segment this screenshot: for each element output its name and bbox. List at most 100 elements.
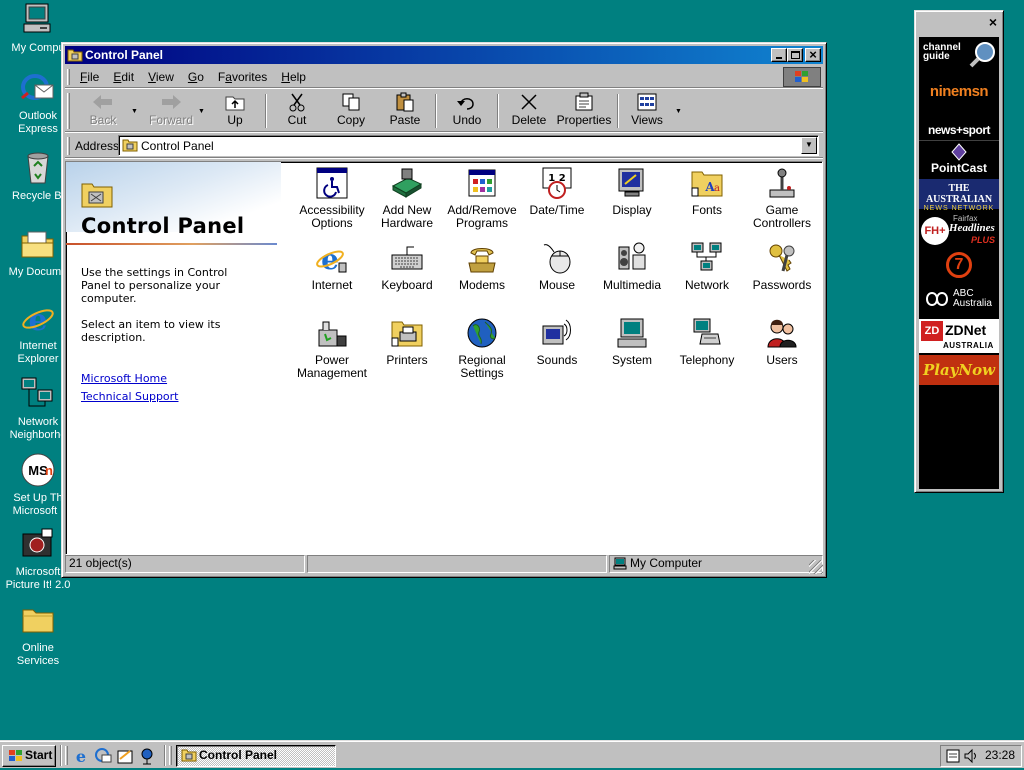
task-area-grip[interactable] — [169, 746, 172, 765]
delete-button[interactable]: Delete — [503, 92, 555, 130]
cp-item-mouse[interactable]: Mouse — [519, 239, 595, 292]
copy-button[interactable]: Copy — [325, 92, 377, 130]
toolbar-grip[interactable] — [67, 93, 70, 129]
channel-list: channel guide ninemsn news+sport PointCa… — [919, 37, 999, 489]
cp-item-accessibility-options[interactable]: Accessibility Options — [294, 164, 370, 230]
menu-help[interactable]: Help — [274, 70, 313, 84]
views-dropdown-icon[interactable]: ▼ — [675, 108, 682, 115]
task-scheduler-icon[interactable] — [945, 748, 961, 770]
channel-bar-close-button[interactable]: × — [989, 15, 997, 29]
cp-item-add-remove-programs[interactable]: Add/Remove Programs — [444, 164, 520, 230]
control-panel-window: Control Panel × File Edit View Go Favori… — [61, 42, 827, 578]
channel-the-australian[interactable]: THE AUSTRALIAN NEWS NETWORK — [919, 179, 999, 212]
properties-button[interactable]: Properties — [555, 92, 613, 130]
content-pane: Control Panel Use the settings in Contro… — [65, 161, 823, 555]
address-field[interactable]: Control Panel ▼ — [118, 135, 819, 156]
channels-icon[interactable] — [138, 747, 156, 765]
views-button[interactable]: Views — [621, 92, 673, 130]
cp-item-keyboard[interactable]: Keyboard — [369, 239, 445, 292]
back-button[interactable]: Back — [77, 92, 129, 130]
date-time-icon: 1 2 — [540, 166, 574, 200]
cp-item-fonts[interactable]: A a Fonts — [669, 164, 745, 217]
paste-button[interactable]: Paste — [379, 92, 431, 130]
accessibility-icon — [315, 166, 349, 200]
cp-item-internet[interactable]: e Internet — [294, 239, 370, 292]
channel-ninemsn[interactable]: ninemsn — [919, 83, 999, 107]
cp-item-modems[interactable]: Modems — [444, 239, 520, 292]
resize-grip[interactable] — [809, 560, 823, 574]
start-button[interactable]: Start — [2, 745, 56, 767]
users-icon — [765, 316, 799, 350]
internet-explorer-icon[interactable]: e — [72, 747, 90, 766]
the-australian-label: THE AUSTRALIAN — [925, 183, 993, 205]
taskbar-button-control-panel[interactable]: Control Panel — [176, 745, 336, 767]
desktop-icon-online-services[interactable]: Online Services — [0, 602, 76, 668]
maximize-button[interactable] — [787, 48, 803, 62]
close-button[interactable]: × — [805, 48, 821, 62]
menu-favorites[interactable]: Favorites — [211, 70, 274, 84]
cp-item-label: Users — [766, 353, 798, 367]
outlook-express-icon[interactable] — [94, 747, 112, 765]
clock[interactable]: 23:28 — [985, 746, 1015, 765]
cp-item-display[interactable]: Display — [594, 164, 670, 217]
cut-button[interactable]: Cut — [271, 92, 323, 130]
cp-item-printers[interactable]: Printers — [369, 314, 445, 367]
cp-item-telephony[interactable]: Telephony — [669, 314, 745, 367]
minimize-button[interactable] — [771, 48, 787, 62]
channel-fairfax-headlines[interactable]: FH+ Fairfax Headlines PLUS — [919, 213, 999, 249]
cp-item-label: Regional Settings — [458, 353, 506, 380]
cp-item-sounds[interactable]: Sounds — [519, 314, 595, 367]
properties-icon — [555, 92, 613, 114]
menu-go[interactable]: Go — [181, 70, 211, 84]
power-management-icon — [315, 316, 349, 350]
pointcast-logo-icon — [919, 143, 999, 161]
status-bar: 21 object(s) My Computer — [65, 554, 823, 574]
magnifier-icon — [969, 41, 997, 72]
cp-item-passwords[interactable]: Passwords — [744, 239, 820, 292]
info-pane-description: Use the settings in Control Panel to per… — [81, 266, 228, 305]
cp-item-game-controllers[interactable]: Game Controllers — [744, 164, 820, 230]
volume-icon[interactable] — [963, 748, 979, 770]
cp-item-label: Date/Time — [529, 203, 585, 217]
control-panel-folder-icon — [81, 180, 113, 208]
forward-dropdown-icon[interactable]: ▼ — [198, 108, 205, 115]
channel-seven-label: 7 — [946, 252, 972, 278]
channel-news-sport[interactable]: news+sport — [919, 123, 999, 141]
channel-seven[interactable]: 7 — [919, 249, 999, 281]
cp-item-system[interactable]: System — [594, 314, 670, 367]
menu-file[interactable]: File — [73, 70, 106, 84]
zdnet-label: ZDNet — [945, 322, 987, 338]
address-dropdown-button[interactable]: ▼ — [801, 137, 817, 154]
ninemsn-label: ninemsn — [929, 83, 989, 100]
channel-playnow[interactable]: PlayNow — [919, 355, 999, 385]
title-bar[interactable]: Control Panel × — [65, 46, 823, 64]
taskbar: Start e Control Panel 23:28 — [0, 740, 1024, 768]
up-button[interactable]: Up — [209, 92, 261, 130]
menu-view[interactable]: View — [141, 70, 181, 84]
cp-item-label: Mouse — [538, 278, 576, 292]
forward-button[interactable]: Forward — [145, 92, 197, 130]
delete-x-icon — [503, 92, 555, 114]
cp-item-multimedia[interactable]: Multimedia — [594, 239, 670, 292]
cp-item-power-management[interactable]: Power Management — [294, 314, 370, 380]
quick-launch-grip[interactable] — [65, 746, 68, 765]
technical-support-link[interactable]: Technical Support — [81, 390, 179, 403]
cp-item-regional-settings[interactable]: Regional Settings — [444, 314, 520, 380]
cp-item-date-time[interactable]: 1 2 Date/Time — [519, 164, 595, 217]
undo-button[interactable]: Undo — [441, 92, 493, 130]
show-desktop-icon[interactable] — [116, 747, 134, 765]
channel-guide[interactable]: channel guide — [919, 39, 999, 73]
menu-bar-grip[interactable] — [67, 69, 70, 85]
cp-item-network[interactable]: Network — [669, 239, 745, 292]
cp-item-add-new-hardware[interactable]: Add New Hardware — [369, 164, 445, 230]
channel-pointcast[interactable]: PointCast — [919, 143, 999, 175]
channel-zdnet[interactable]: ZD ZDNet AUSTRALIA — [919, 319, 999, 353]
menu-edit[interactable]: Edit — [106, 70, 141, 84]
add-hardware-icon — [390, 166, 424, 200]
channel-abc-australia[interactable]: ABC Australia — [919, 285, 999, 315]
control-panel-folder-icon — [122, 138, 138, 153]
microsoft-home-link[interactable]: Microsoft Home — [81, 372, 167, 385]
address-bar-grip[interactable] — [67, 137, 70, 155]
cp-item-users[interactable]: Users — [744, 314, 820, 367]
back-dropdown-icon[interactable]: ▼ — [131, 108, 138, 115]
